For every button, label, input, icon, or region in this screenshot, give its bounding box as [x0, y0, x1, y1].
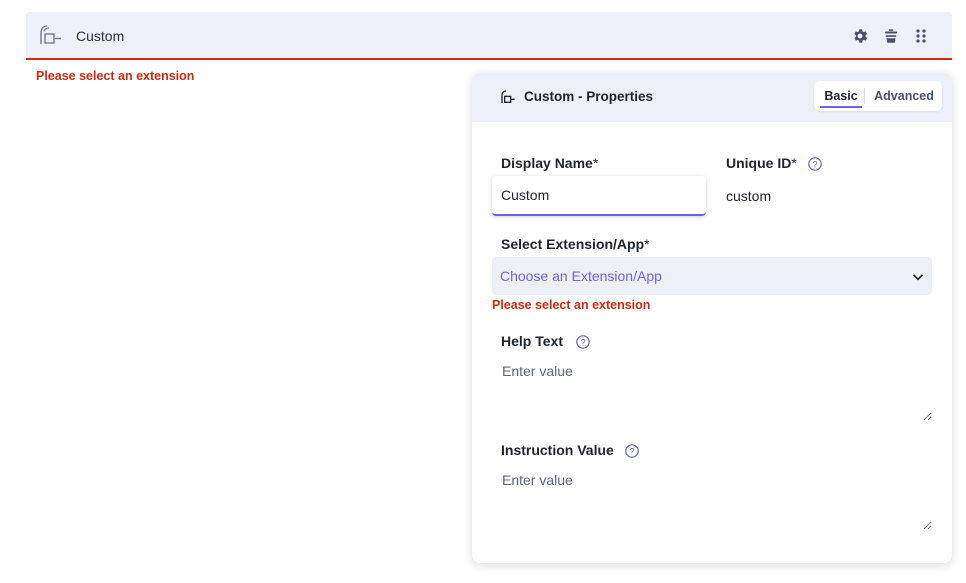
properties-header: Custom - Properties Basic Advanced	[472, 73, 952, 122]
extension-placeholder: Choose an Extension/App	[500, 268, 662, 284]
custom-field-icon	[500, 89, 516, 105]
tab-divider	[864, 88, 865, 104]
svg-text:?: ?	[580, 338, 585, 348]
help-text-textarea[interactable]	[492, 355, 932, 421]
properties-tabs: Basic Advanced	[814, 81, 942, 111]
extension-error-message: Please select an extension	[492, 298, 651, 312]
custom-field-row[interactable]: Custom	[26, 12, 952, 60]
help-circle-icon[interactable]: ?	[808, 157, 822, 171]
properties-title: Custom - Properties	[524, 89, 654, 104]
trash-icon[interactable]	[882, 27, 900, 45]
extension-select[interactable]: Choose an Extension/App	[492, 257, 932, 295]
drag-handle-icon[interactable]	[912, 27, 930, 45]
display-name-input[interactable]	[492, 176, 706, 216]
unique-id-value: custom	[726, 188, 772, 204]
custom-field-icon	[38, 23, 62, 47]
field-title: Custom	[76, 28, 125, 44]
tab-basic[interactable]: Basic	[818, 81, 864, 111]
instruction-value-textarea[interactable]	[492, 464, 932, 530]
extension-label: Select Extension/App*	[501, 236, 650, 252]
help-text-label: Help Text	[501, 333, 563, 349]
help-circle-icon[interactable]: ?	[576, 335, 590, 349]
properties-panel: Custom - Properties Basic Advanced Displ…	[472, 73, 952, 563]
chevron-down-icon	[912, 270, 924, 282]
field-error-message: Please select an extension	[36, 69, 195, 83]
help-circle-icon[interactable]: ?	[625, 444, 639, 458]
display-name-label: Display Name*	[501, 155, 599, 171]
gear-icon[interactable]	[851, 27, 869, 45]
svg-text:?: ?	[629, 447, 634, 457]
instruction-value-label: Instruction Value	[501, 442, 614, 458]
svg-text:?: ?	[812, 160, 817, 170]
tab-advanced[interactable]: Advanced	[868, 81, 940, 111]
unique-id-label: Unique ID*	[726, 155, 797, 171]
